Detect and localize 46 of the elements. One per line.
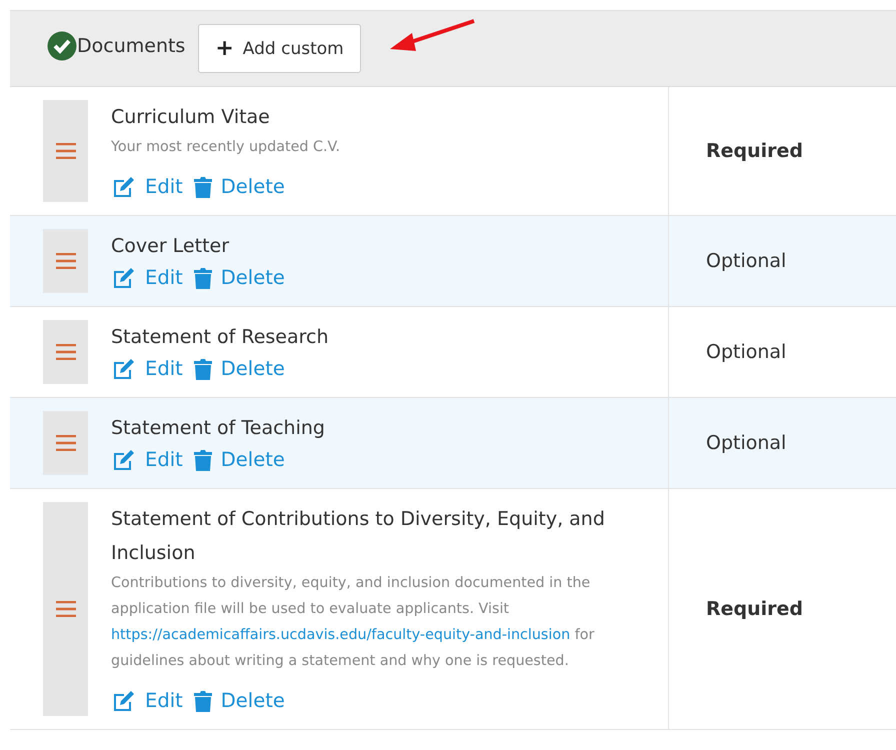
menu-icon	[56, 143, 76, 159]
edit-link[interactable]: Edit	[111, 263, 183, 293]
trash-icon	[192, 448, 213, 472]
trash-icon	[192, 176, 213, 198]
edit-icon	[111, 267, 137, 289]
delete-link[interactable]: Delete	[192, 263, 285, 293]
delete-link[interactable]: Delete	[192, 445, 285, 475]
requirement-label: Required	[706, 598, 804, 620]
edit-icon	[111, 449, 137, 471]
document-title: Statement of Teaching	[111, 416, 326, 441]
trash-icon	[192, 358, 213, 380]
add-custom-button[interactable]: + Add custom	[198, 24, 361, 73]
menu-icon	[56, 435, 76, 451]
document-title: Cover Letter	[111, 234, 230, 259]
delete-link[interactable]: Delete	[192, 354, 285, 384]
menu-icon	[56, 344, 76, 360]
delete-link[interactable]: Delete	[192, 686, 285, 716]
edit-link[interactable]: Edit	[111, 172, 183, 202]
edit-icon	[111, 690, 137, 712]
document-title: Statement of Research	[111, 325, 330, 350]
drag-handle[interactable]	[43, 100, 88, 202]
drag-handle[interactable]	[43, 502, 88, 716]
edit-icon	[111, 358, 137, 380]
edit-link[interactable]: Edit	[111, 445, 183, 475]
drag-handle[interactable]	[43, 229, 88, 293]
guidelines-link[interactable]: https://academicaffairs.ucdavis.edu/faculty-equity-and-inclusion	[111, 627, 570, 643]
section-title: Documents	[77, 34, 186, 56]
drag-handle[interactable]	[43, 411, 88, 475]
trash-icon	[192, 690, 213, 712]
trash-icon	[192, 266, 213, 290]
edit-link[interactable]: Edit	[111, 686, 183, 716]
menu-icon	[56, 601, 76, 617]
requirement-label: Required	[706, 140, 804, 162]
requirement-label: Optional	[706, 432, 786, 454]
requirement-label: Optional	[706, 341, 786, 363]
edit-icon	[111, 176, 137, 198]
menu-icon	[56, 253, 76, 269]
check-circle-icon	[47, 30, 77, 60]
document-title: Curriculum Vitae	[111, 105, 271, 130]
document-description: Your most recently updated C.V.	[111, 138, 342, 157]
delete-link[interactable]: Delete	[192, 172, 285, 202]
edit-link[interactable]: Edit	[111, 354, 183, 384]
document-description: Contributions to diversity, equity, and inclusion documented in the application file will be used to evaluate applicants. Visit https://academicaffairs.ucdavis.edu/faculty-equity-and-inclusion for guidelines about writing a statement and why one is requested.	[111, 574, 596, 671]
requirement-label: Optional	[706, 250, 786, 272]
drag-handle[interactable]	[43, 320, 88, 384]
document-title: Statement of Contributions to Diversity, Equity, and Inclusion	[111, 507, 606, 566]
